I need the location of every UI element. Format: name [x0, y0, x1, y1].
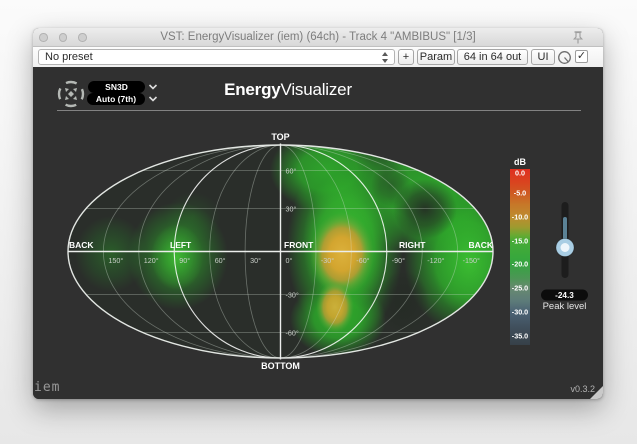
- preset-value: No preset: [45, 51, 93, 63]
- colorbar-tick: -15.0: [512, 237, 528, 246]
- zoom-button[interactable]: [78, 33, 87, 42]
- peak-level-label: Peak level: [543, 301, 587, 312]
- add-preset-button[interactable]: +: [398, 49, 414, 65]
- minimize-button[interactable]: [58, 33, 67, 42]
- meridian-tick: -90°: [392, 256, 405, 265]
- peak-readout: -24.3 Peak level: [541, 289, 588, 312]
- meridian-tick: -150°: [463, 256, 480, 265]
- window-title: VST: EnergyVisualizer (iem) (64ch) - Tra…: [160, 31, 476, 43]
- colorbar-unit: dB: [514, 157, 526, 167]
- energy-map: TOP BOTTOM BACK LEFT FRONT RIGHT BACK 15…: [67, 132, 588, 371]
- wet-dry-knob-icon[interactable]: [557, 50, 572, 65]
- colorbar-tick: 0.0: [515, 169, 525, 178]
- colorbar-tick: -5.0: [514, 189, 526, 198]
- direction-label-back-left: BACK: [69, 240, 94, 250]
- window-titlebar[interactable]: VST: EnergyVisualizer (iem) (64ch) - Tra…: [33, 28, 603, 47]
- map-grid: [67, 143, 494, 360]
- colorbar-tick: -25.0: [512, 284, 528, 293]
- parallel-tick: -30°: [286, 291, 299, 300]
- slider-thumb-center: [560, 243, 570, 252]
- meridian-tick: -60°: [356, 256, 369, 265]
- param-button[interactable]: Param: [417, 49, 455, 65]
- range-slider[interactable]: [555, 202, 575, 278]
- direction-label-back-right: BACK: [468, 240, 493, 250]
- colorbar: dB 0.0 -5.0 -10.0 -15.0 -20.0 -25.0 -30.…: [510, 157, 530, 345]
- direction-label-left: LEFT: [170, 240, 192, 250]
- iem-brand-text: iem: [34, 380, 61, 395]
- energyvisualizer-panel: SN3D Auto (7th) EnergyVisualizer TOP BOT…: [33, 67, 603, 399]
- meridian-tick: -30°: [321, 256, 334, 265]
- preset-combobox[interactable]: No preset: [38, 49, 395, 65]
- meridian-tick: 60°: [215, 256, 226, 265]
- parallel-tick: 30°: [286, 205, 297, 214]
- colorbar-tick: -35.0: [512, 332, 528, 341]
- parallel-tick: -60°: [286, 329, 299, 338]
- io-routing-button[interactable]: 64 in 64 out: [457, 49, 528, 65]
- meridian-tick: 0°: [286, 256, 293, 265]
- close-button[interactable]: [39, 33, 48, 42]
- chevron-up-icon: [382, 52, 388, 56]
- host-toolbar: No preset + Param 64 in 64 out UI ✓: [33, 47, 603, 68]
- bypass-checkbox[interactable]: ✓: [575, 50, 588, 63]
- top-label: TOP: [271, 132, 289, 142]
- meridian-tick: 120°: [144, 256, 159, 265]
- traffic-lights: [39, 33, 87, 42]
- preset-stepper[interactable]: [379, 51, 391, 63]
- meridian-tick: -120°: [427, 256, 444, 265]
- meridian-tick: 90°: [179, 256, 190, 265]
- colorbar-tick: -20.0: [512, 260, 528, 269]
- direction-label-front: FRONT: [284, 240, 314, 250]
- meridian-tick: 150°: [108, 256, 123, 265]
- colorbar-tick: -30.0: [512, 308, 528, 317]
- colorbar-tick: -10.0: [512, 213, 528, 222]
- peak-value: -24.3: [555, 291, 574, 300]
- plugin-window: VST: EnergyVisualizer (iem) (64ch) - Tra…: [33, 28, 603, 399]
- ui-button[interactable]: UI: [531, 49, 555, 65]
- pin-icon[interactable]: [571, 30, 585, 45]
- chevron-down-icon: [382, 59, 388, 63]
- checkmark-icon: ✓: [576, 50, 587, 62]
- bottom-label: BOTTOM: [261, 361, 300, 371]
- direction-label-right: RIGHT: [399, 240, 426, 250]
- meridian-tick: 30°: [250, 256, 261, 265]
- resize-grip[interactable]: [590, 386, 603, 399]
- parallel-tick: 60°: [286, 167, 297, 176]
